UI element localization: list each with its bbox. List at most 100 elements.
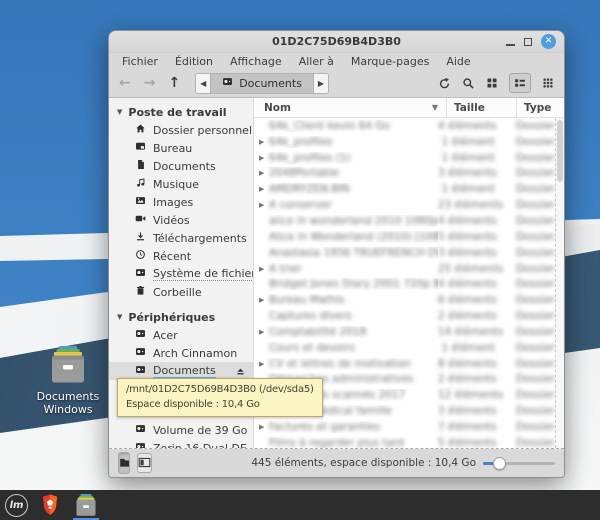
sidebar-item-zorin-16-dual-de[interactable]: Zorin 16 Dual DE bbox=[109, 439, 253, 448]
sidebar-item-images[interactable]: Images bbox=[109, 193, 253, 211]
maximize-button[interactable] bbox=[524, 38, 532, 46]
expander-icon[interactable]: ▶ bbox=[254, 201, 269, 209]
panel-icon bbox=[138, 454, 151, 473]
titlebar[interactable]: 01D2C75D69B4D3B0 ✕ bbox=[109, 31, 564, 53]
column-header-type[interactable]: Type bbox=[516, 98, 564, 117]
table-row[interactable]: Alice in Wonderland (2010) [1080p]5 élém… bbox=[254, 229, 555, 245]
table-row[interactable]: Bridget Jones Diary 2001 720p BRR...4 él… bbox=[254, 276, 555, 292]
menu-item-2[interactable]: Édition bbox=[175, 55, 213, 68]
table-row[interactable]: ▶64k_profiles1 élémentDossier bbox=[254, 134, 555, 150]
trash-icon bbox=[135, 285, 146, 299]
desktop-icon-documents-windows[interactable]: Documents Windows bbox=[26, 346, 110, 416]
brave-browser-icon[interactable] bbox=[36, 490, 64, 520]
column-header-taille[interactable]: Taille bbox=[446, 98, 516, 117]
statusbar: 445 éléments, espace disponible : 10,4 G… bbox=[109, 449, 564, 477]
expander-icon[interactable]: ▶ bbox=[254, 154, 269, 162]
sidebar-item-vid-os[interactable]: Vidéos bbox=[109, 211, 253, 229]
sidebar-item-bureau[interactable]: Bureau bbox=[109, 139, 253, 157]
window-title: 01D2C75D69B4D3B0 bbox=[109, 35, 564, 48]
breadcrumb-next-icon[interactable]: ▶ bbox=[314, 74, 328, 93]
menu-item-5[interactable]: Marque-pages bbox=[351, 55, 429, 68]
file-size: 14 éléments bbox=[438, 326, 503, 338]
expander-icon[interactable]: ▶ bbox=[254, 265, 269, 273]
file-manager-taskbar-icon[interactable] bbox=[72, 490, 100, 520]
table-row[interactable]: ▶Factures et garanties7 élémentsDossier bbox=[254, 419, 555, 435]
expander-icon[interactable]: ▶ bbox=[254, 185, 269, 193]
scrollbar[interactable] bbox=[555, 118, 564, 448]
table-row[interactable]: alice in wonderland 2010 1080p eng...4 é… bbox=[254, 213, 555, 229]
file-type: Dossier bbox=[516, 183, 555, 195]
expander-icon[interactable]: ▶ bbox=[254, 169, 269, 177]
desktop-icon bbox=[135, 141, 146, 155]
menu-item-6[interactable]: Aide bbox=[446, 55, 470, 68]
breadcrumb-current[interactable]: Documents bbox=[210, 74, 314, 93]
sidebar-item-arch-cinnamon[interactable]: Arch Cinnamon bbox=[109, 344, 253, 362]
file-size: 5 éléments bbox=[438, 231, 497, 243]
scrollbar-thumb[interactable] bbox=[557, 120, 563, 182]
menu-item-1[interactable]: Fichier bbox=[122, 55, 158, 68]
expander-icon[interactable]: ▶ bbox=[254, 423, 269, 431]
list-view-icon[interactable] bbox=[509, 73, 531, 93]
sidebar-section-header[interactable]: ▼Poste de travail bbox=[109, 103, 253, 121]
reload-icon[interactable] bbox=[438, 77, 451, 90]
eject-icon[interactable] bbox=[235, 366, 246, 377]
breadcrumb: ◀ Documents ▶ bbox=[195, 73, 329, 94]
table-row[interactable]: ▶Comptabilité 201814 élémentsDossier bbox=[254, 324, 555, 340]
breadcrumb-prev-icon[interactable]: ◀ bbox=[196, 74, 210, 93]
file-name: 64k_Client kevin 64 Go bbox=[269, 120, 390, 132]
expander-icon[interactable]: ▶ bbox=[254, 328, 269, 336]
table-row[interactable]: Films à regarder plus tard5 élémentsDoss… bbox=[254, 435, 555, 448]
table-row[interactable]: ▶A trier25 élémentsDossier bbox=[254, 261, 555, 277]
search-icon[interactable] bbox=[462, 77, 475, 90]
sidebar-item-syst-me-de-fichiers[interactable]: Système de fichiers bbox=[109, 265, 253, 283]
compact-view-icon[interactable] bbox=[542, 77, 554, 89]
sidebar-item-volume-de-39-go[interactable]: Volume de 39 Go bbox=[109, 421, 253, 439]
table-row[interactable]: 64k_Client kevin 64 Go4 élémentsDossier bbox=[254, 118, 555, 134]
sidebar-toggle-button[interactable] bbox=[137, 453, 152, 473]
sidebar-item-documents[interactable]: Documents bbox=[109, 157, 253, 175]
table-row[interactable]: ▶Bureau Mathis6 élémentsDossier bbox=[254, 292, 555, 308]
drive-icon bbox=[135, 328, 146, 342]
sidebar-section-header[interactable]: ▼Périphériques bbox=[109, 308, 253, 326]
menu-item-3[interactable]: Affichage bbox=[230, 55, 282, 68]
file-size: 1 élément bbox=[442, 152, 495, 164]
zoom-slider[interactable] bbox=[483, 456, 555, 470]
table-row[interactable]: Anastasia 1956 TRUEFRENCH DVDRI...3 élém… bbox=[254, 245, 555, 261]
toolbar: ← → ↑ ◀ Documents ▶ bbox=[109, 69, 564, 97]
column-header-nom[interactable]: Nom ▼ bbox=[254, 98, 446, 117]
zoom-slider-knob[interactable] bbox=[493, 457, 506, 470]
file-name: 64k_profiles bbox=[269, 136, 332, 148]
sidebar-item-r-cent[interactable]: Récent bbox=[109, 247, 253, 265]
table-row[interactable]: ▶64k_profiles (1)1 élémentDossier bbox=[254, 150, 555, 166]
menu-item-4[interactable]: Aller à bbox=[299, 55, 334, 68]
up-button[interactable]: ↑ bbox=[168, 76, 180, 90]
sidebar-item-t-l-chargements[interactable]: Téléchargements bbox=[109, 229, 253, 247]
places-toggle-button[interactable] bbox=[119, 453, 130, 473]
table-row[interactable]: ▶A conserver23 élémentsDossier bbox=[254, 197, 555, 213]
document-icon bbox=[135, 159, 146, 173]
table-row[interactable]: Captures divers2 élémentsDossier bbox=[254, 308, 555, 324]
minimize-button[interactable] bbox=[506, 44, 515, 46]
table-row[interactable]: ▶CV et lettres de motivation8 élémentsDo… bbox=[254, 356, 555, 372]
back-button[interactable]: ← bbox=[119, 76, 131, 90]
file-name: Films à regarder plus tard bbox=[269, 437, 404, 448]
close-button[interactable]: ✕ bbox=[541, 34, 556, 49]
expander-icon[interactable]: ▶ bbox=[254, 138, 269, 146]
sidebar-item-musique[interactable]: Musique bbox=[109, 175, 253, 193]
file-name: Cours et devoirs bbox=[269, 342, 355, 354]
sidebar-item-dossier-personnel[interactable]: Dossier personnel bbox=[109, 121, 253, 139]
sidebar-item-acer[interactable]: Acer bbox=[109, 326, 253, 344]
file-name: A trier bbox=[269, 263, 302, 275]
drive-icon bbox=[135, 423, 146, 437]
table-row[interactable]: Cours et devoirs1 élémentDossier bbox=[254, 340, 555, 356]
file-name: 64k_profiles (1) bbox=[269, 152, 351, 164]
icon-view-icon[interactable] bbox=[486, 77, 498, 89]
table-row[interactable]: ▶2048Portable3 élémentsDossier bbox=[254, 166, 555, 182]
sidebar-item-corbeille[interactable]: Corbeille bbox=[109, 283, 253, 301]
expander-icon[interactable]: ▶ bbox=[254, 360, 269, 368]
file-type: Dossier bbox=[516, 278, 555, 290]
forward-button[interactable]: → bbox=[144, 76, 156, 90]
mint-menu-button[interactable]: lm bbox=[5, 494, 28, 517]
expander-icon[interactable]: ▶ bbox=[254, 296, 269, 304]
table-row[interactable]: ▶AMDRYZEN.BIN1 élémentDossier bbox=[254, 181, 555, 197]
